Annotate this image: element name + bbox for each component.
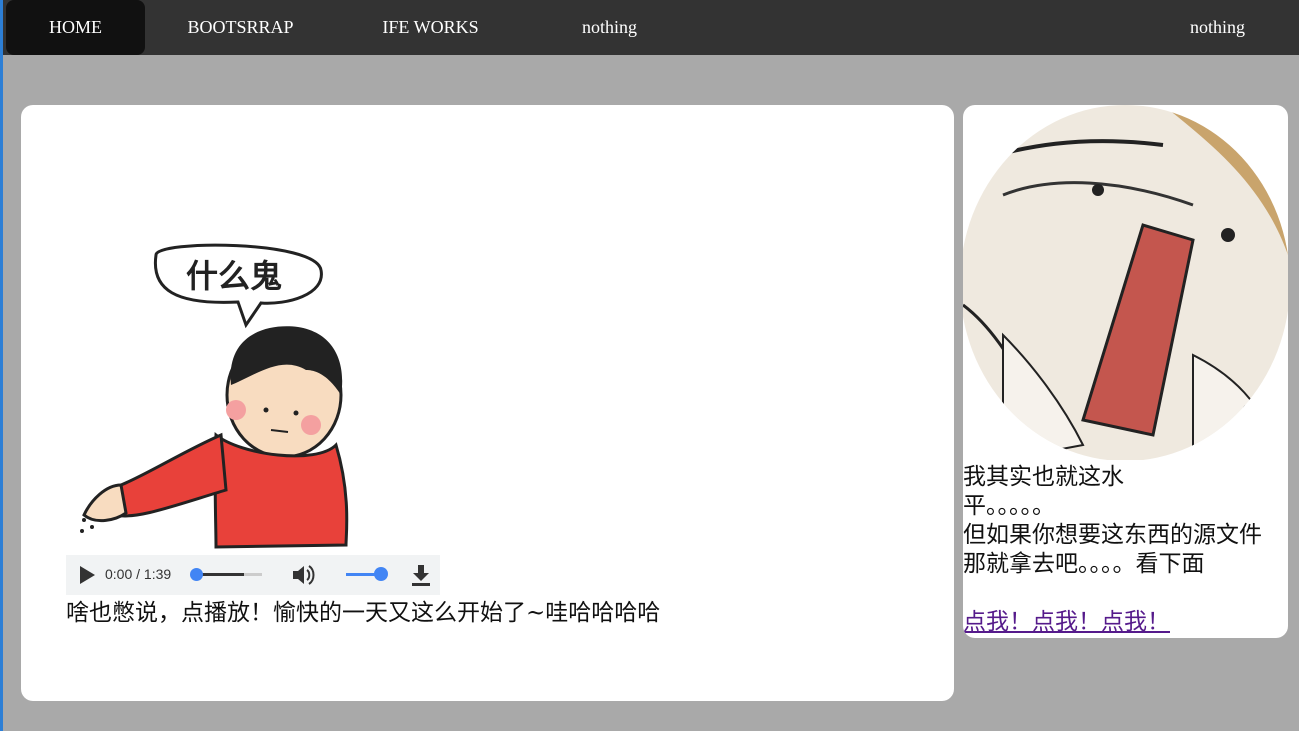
download-icon[interactable] — [410, 563, 432, 587]
seek-thumb[interactable] — [190, 568, 203, 581]
nav-nothing-right[interactable]: nothing — [1148, 0, 1287, 55]
side-text: 我其实也就这水平。。。。。 但如果你想要这东西的源文件那就拿去吧。。。。看下面 — [963, 463, 1273, 579]
nav-home[interactable]: HOME — [6, 0, 145, 55]
nav-nothing[interactable]: nothing — [540, 0, 679, 55]
volume-icon[interactable] — [291, 563, 317, 587]
side-text-line1: 我其实也就这水平。。。。。 — [963, 464, 1124, 519]
shocked-face-image — [963, 105, 1288, 460]
meme-image: 什么鬼 — [80, 243, 349, 549]
audio-time: 0:00 / 1:39 — [105, 566, 172, 582]
nav-ife-works[interactable]: IFE WORKS — [361, 0, 500, 55]
source-download-link[interactable]: 点我！点我！点我！ — [963, 608, 1170, 637]
seek-slider[interactable] — [190, 568, 262, 581]
main-caption: 啥也憋说，点播放！愉快的一天又这么开始了~哇哈哈哈哈 — [66, 600, 661, 626]
audio-player: 0:00 / 1:39 — [66, 555, 440, 595]
volume-slider[interactable] — [346, 567, 388, 581]
side-card: 我其实也就这水平。。。。。 但如果你想要这东西的源文件那就拿去吧。。。。看下面 … — [963, 105, 1288, 638]
meme-bubble-text: 什么鬼 — [186, 257, 282, 295]
top-navbar: HOME BOOTSRRAP IFE WORKS nothing nothing — [3, 0, 1299, 55]
main-card: 什么鬼 0:00 / 1:39 啥也憋说，点播放！愉快的一天又这么开始了~哇哈哈… — [21, 105, 954, 701]
nav-bootstrap[interactable]: BOOTSRRAP — [171, 0, 310, 55]
side-text-line2: 但如果你想要这东西的源文件那就拿去吧。。。。看下面 — [963, 522, 1262, 577]
play-icon[interactable] — [80, 566, 95, 584]
volume-thumb[interactable] — [374, 567, 388, 581]
